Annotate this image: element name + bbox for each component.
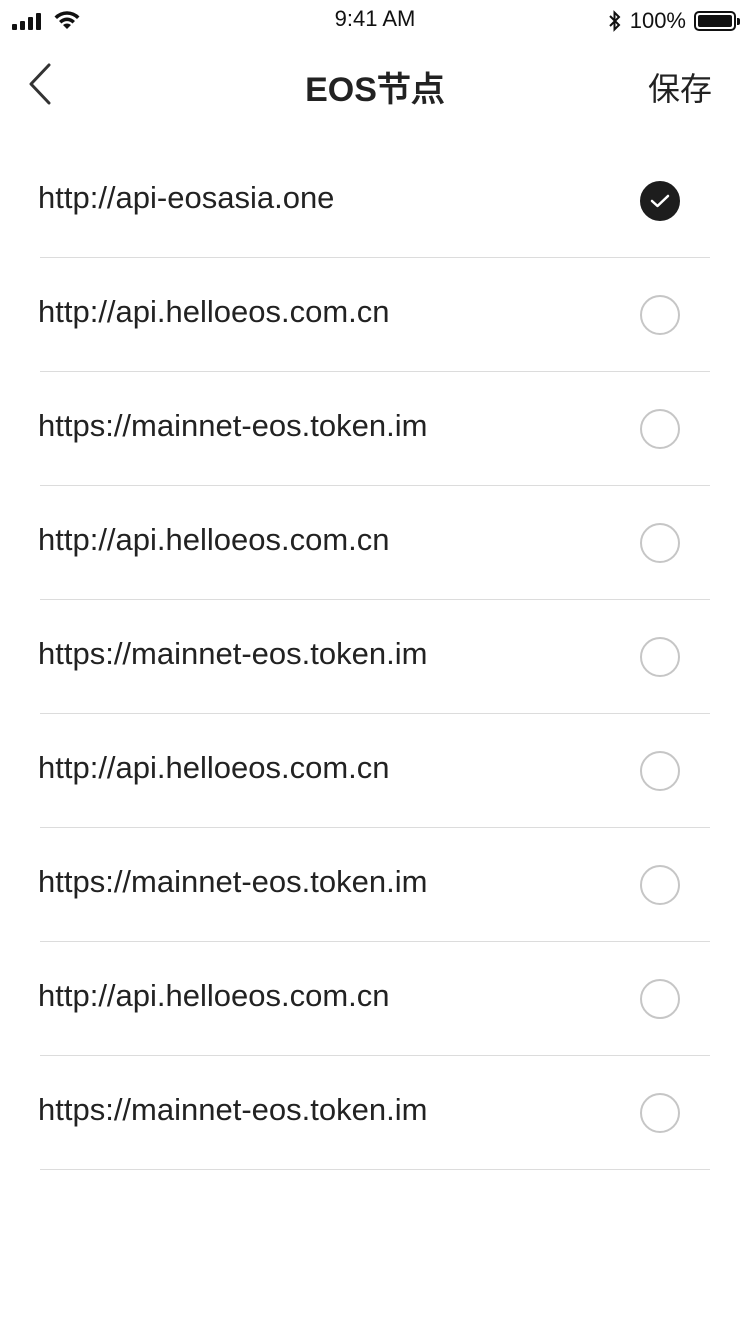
save-button[interactable]: 保存 bbox=[648, 64, 712, 110]
nav-bar: EOS节点 保存 bbox=[0, 40, 750, 128]
node-list-item[interactable]: http://api.helloeos.com.cn bbox=[0, 486, 750, 600]
node-url: https://mainnet-eos.token.im bbox=[38, 636, 428, 671]
battery-percent: 100% bbox=[629, 8, 686, 33]
checkmark-icon bbox=[650, 194, 670, 208]
radio-unselected-icon[interactable] bbox=[640, 865, 680, 905]
status-right: 100% bbox=[608, 8, 740, 34]
status-bar: 9:41 AM 100% bbox=[0, 0, 750, 40]
node-url: http://api.helloeos.com.cn bbox=[38, 522, 390, 557]
divider bbox=[40, 1169, 710, 1170]
node-url: http://api.helloeos.com.cn bbox=[38, 750, 390, 785]
node-list: http://api-eosasia.one http://api.helloe… bbox=[0, 144, 750, 1170]
page-title: EOS节点 bbox=[305, 71, 445, 109]
radio-unselected-icon[interactable] bbox=[640, 523, 680, 563]
node-list-item[interactable]: https://mainnet-eos.token.im bbox=[0, 828, 750, 942]
radio-unselected-icon[interactable] bbox=[640, 409, 680, 449]
radio-unselected-icon[interactable] bbox=[640, 295, 680, 335]
radio-unselected-icon[interactable] bbox=[640, 637, 680, 677]
node-list-item[interactable]: http://api-eosasia.one bbox=[0, 144, 750, 258]
bluetooth-icon bbox=[609, 10, 621, 32]
node-url: https://mainnet-eos.token.im bbox=[38, 864, 428, 899]
node-list-item[interactable]: https://mainnet-eos.token.im bbox=[0, 1056, 750, 1170]
node-url: http://api.helloeos.com.cn bbox=[38, 978, 390, 1013]
node-list-item[interactable]: http://api.helloeos.com.cn bbox=[0, 258, 750, 372]
node-list-item[interactable]: https://mainnet-eos.token.im bbox=[0, 600, 750, 714]
node-url: http://api-eosasia.one bbox=[38, 180, 335, 215]
node-list-item[interactable]: https://mainnet-eos.token.im bbox=[0, 372, 750, 486]
radio-unselected-icon[interactable] bbox=[640, 1093, 680, 1133]
radio-selected-icon[interactable] bbox=[640, 181, 680, 221]
radio-unselected-icon[interactable] bbox=[640, 751, 680, 791]
node-list-item[interactable]: http://api.helloeos.com.cn bbox=[0, 714, 750, 828]
radio-unselected-icon[interactable] bbox=[640, 979, 680, 1019]
node-url: https://mainnet-eos.token.im bbox=[38, 408, 428, 443]
node-list-item[interactable]: http://api.helloeos.com.cn bbox=[0, 942, 750, 1056]
battery-icon bbox=[694, 11, 740, 31]
node-url: https://mainnet-eos.token.im bbox=[38, 1092, 428, 1127]
node-url: http://api.helloeos.com.cn bbox=[38, 294, 390, 329]
